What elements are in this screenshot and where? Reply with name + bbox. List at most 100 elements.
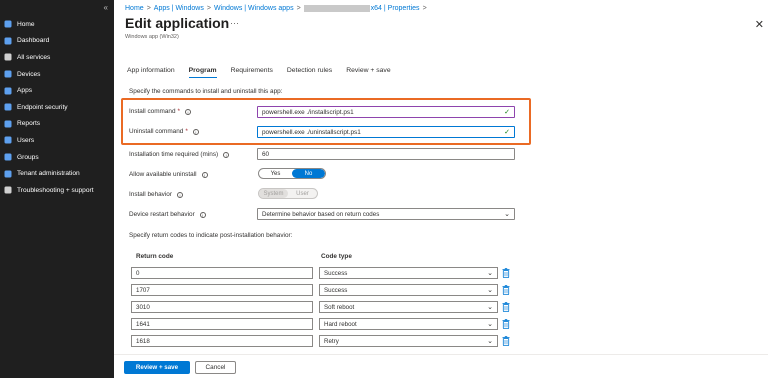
sidebar-item[interactable]: Endpoint security [0,99,114,116]
sidebar-item[interactable]: Devices [0,66,114,83]
code-type-value: Success [324,286,348,294]
sidebar-item[interactable]: Dashboard [0,33,114,50]
groups-icon [4,153,12,161]
tab-detection-rules[interactable]: Detection rules [287,67,332,78]
code-type-value: Success [324,269,348,277]
return-code-input[interactable]: 3010 [131,301,313,313]
collapse-sidebar-icon[interactable]: « [104,3,108,12]
list-icon [4,53,12,61]
tab-requirements[interactable]: Requirements [231,67,273,78]
main-content: Home > Apps | Windows > Windows | Window… [114,0,768,378]
apps-icon [4,87,12,95]
sidebar-item-label: Groups [17,153,39,161]
return-code-input[interactable]: 1707 [131,284,313,296]
return-code-input[interactable]: 0 [131,267,313,279]
home-icon [4,20,12,28]
info-icon[interactable]: i [176,191,183,198]
sidebar-item[interactable]: All services [0,49,114,66]
breadcrumb-apps-windows[interactable]: Apps | Windows [154,5,204,12]
tenant-icon [4,170,12,178]
sidebar-item-label: Tenant administration [17,170,80,178]
installation-time-input[interactable]: 60 [257,148,515,160]
return-code-input[interactable]: 1641 [131,318,313,330]
install-command-input[interactable]: powershell.exe ./installscript.ps1 ✓ [257,106,515,118]
uninstall-command-label: Uninstall command * i [129,128,199,135]
return-code-value: 1641 [136,320,150,328]
toggle-option-system: System [259,189,288,198]
sidebar-item[interactable]: Apps [0,82,114,99]
uninstall-command-input[interactable]: powershell.exe ./uninstallscript.ps1 ✓ [257,126,515,138]
sidebar-item-label: Devices [17,70,41,78]
breadcrumb: Home > Apps | Windows > Windows | Window… [125,5,430,12]
return-codes-intro-text: Specify return codes to indicate post-in… [129,232,293,239]
sidebar-item[interactable]: Home [0,16,114,33]
reports-icon [4,120,12,128]
cancel-button[interactable]: Cancel [195,361,236,374]
breadcrumb-separator: > [206,5,211,12]
delete-icon[interactable] [502,268,510,278]
toggle-option-no[interactable]: No [292,169,325,178]
sidebar-item-label: Home [17,20,35,28]
sidebar-item-label: All services [17,53,51,61]
return-code-value: 0 [136,269,140,277]
installation-time-label-text: Installation time required (mins) [129,151,219,158]
code-type-dropdown[interactable]: Hard reboot ⌄ [319,318,498,330]
chevron-down-icon: ⌄ [487,270,493,277]
return-code-input[interactable]: 1618 [131,335,313,347]
sidebar-item-label: Apps [17,87,33,95]
sidebar-item[interactable]: Users [0,132,114,149]
allow-uninstall-toggle[interactable]: Yes No [258,168,326,179]
chevron-down-icon: ⌄ [487,338,493,345]
code-type-dropdown[interactable]: Success ⌄ [319,267,498,279]
delete-icon[interactable] [502,302,510,312]
restart-behavior-label-text: Device restart behavior [129,211,195,218]
tab-app-information[interactable]: App information [127,67,175,78]
toggle-option-yes[interactable]: Yes [259,169,292,178]
tab-program[interactable]: Program [188,67,217,78]
required-marker: * [185,128,188,135]
allow-uninstall-label: Allow available uninstall i [129,171,208,178]
return-code-value: 1707 [136,286,150,294]
page-title: Edit application [125,15,230,31]
chevron-down-icon: ⌄ [487,287,493,294]
breadcrumb-separator: > [422,5,427,12]
return-code-value: 3010 [136,303,150,311]
delete-icon[interactable] [502,319,510,329]
info-icon[interactable]: i [201,171,208,178]
sidebar-item[interactable]: Troubleshooting + support [0,182,114,199]
uninstall-command-label-text: Uninstall command [129,128,184,135]
sidebar-item-label: Troubleshooting + support [17,186,94,194]
sidebar-item[interactable]: Groups [0,149,114,166]
breadcrumb-home[interactable]: Home [125,5,144,12]
install-behavior-label-text: Install behavior [129,191,172,198]
info-icon[interactable]: i [223,151,230,158]
code-type-dropdown[interactable]: Soft reboot ⌄ [319,301,498,313]
breadcrumb-windows-apps[interactable]: Windows | Windows apps [214,5,294,12]
install-command-label: Install command * i [129,108,192,115]
delete-icon[interactable] [502,285,510,295]
install-command-label-text: Install command [129,108,176,115]
info-icon[interactable]: i [185,108,192,115]
install-behavior-label: Install behavior i [129,191,183,198]
sidebar-item[interactable]: Tenant administration [0,165,114,182]
breadcrumb-properties[interactable]: x64 | Properties [371,5,420,12]
close-icon[interactable]: ✕ [755,18,764,31]
delete-icon[interactable] [502,336,510,346]
installation-time-value: 60 [262,150,270,158]
chevron-down-icon: ⌄ [487,304,493,311]
chevron-down-icon: ⌄ [487,321,493,328]
chevron-down-icon: ⌄ [504,211,510,218]
code-type-dropdown[interactable]: Retry ⌄ [319,335,498,347]
review-save-button[interactable]: Review + save [124,361,190,374]
tab-review-save[interactable]: Review + save [346,67,390,78]
page-subtitle: Windows app (Win32) [125,34,179,40]
restart-behavior-dropdown[interactable]: Determine behavior based on return codes… [257,208,515,220]
info-icon[interactable]: i [192,128,199,135]
column-header-code-type: Code type [321,253,352,260]
redacted-app-name [303,5,370,12]
dashboard-icon [4,37,12,45]
code-type-dropdown[interactable]: Success ⌄ [319,284,498,296]
info-icon[interactable]: i [199,211,206,218]
more-options-icon[interactable]: ··· [230,18,239,28]
sidebar-item[interactable]: Reports [0,116,114,133]
